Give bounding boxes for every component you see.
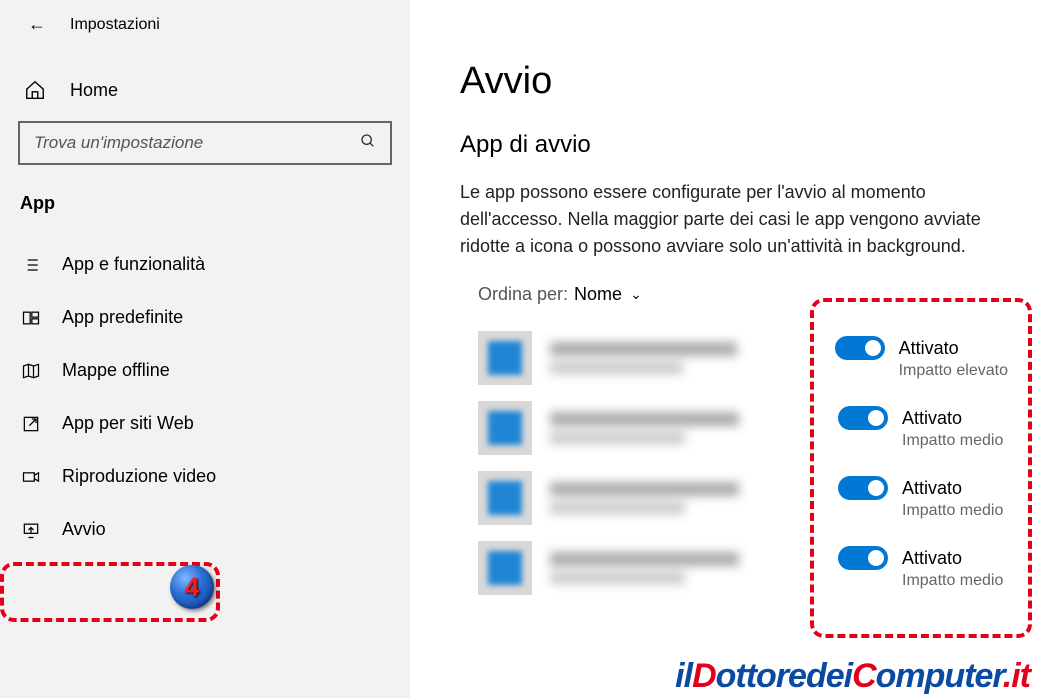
sidebar-item-label: App per siti Web xyxy=(62,413,194,434)
app-icon xyxy=(478,401,532,455)
search-placeholder: Trova un'impostazione xyxy=(34,133,360,153)
search-icon xyxy=(360,133,376,154)
section-description: Le app possono essere configurate per l'… xyxy=(460,179,1000,260)
sidebar-item-label: Mappe offline xyxy=(62,360,170,381)
startup-app-row: Attivato Impatto medio xyxy=(460,533,1008,603)
video-icon xyxy=(20,467,42,487)
sidebar-item-label: Avvio xyxy=(62,519,106,540)
toggle-label: Attivato xyxy=(899,338,959,359)
toggle-label: Attivato xyxy=(902,548,962,569)
sidebar: ← Impostazioni Home Trova un'impostazion… xyxy=(0,0,410,698)
app-name-blurred xyxy=(550,482,820,514)
app-icon xyxy=(478,471,532,525)
default-apps-icon xyxy=(20,308,42,328)
startup-icon xyxy=(20,520,42,540)
app-name-blurred xyxy=(550,342,817,374)
app-status: Attivato Impatto medio xyxy=(838,476,1008,520)
page-title: Avvio xyxy=(460,60,1008,103)
sort-label: Ordina per: xyxy=(478,284,568,305)
app-status: Attivato Impatto medio xyxy=(838,406,1008,450)
toggle-label: Attivato xyxy=(902,408,962,429)
toggle-switch[interactable] xyxy=(838,476,888,500)
home-label: Home xyxy=(70,80,118,101)
sidebar-item-label: App e funzionalità xyxy=(62,254,205,275)
search-input[interactable]: Trova un'impostazione xyxy=(18,121,392,165)
impact-label: Impatto elevato xyxy=(899,362,1008,380)
app-status: Attivato Impatto medio xyxy=(838,546,1008,590)
app-status: Attivato Impatto elevato xyxy=(835,336,1008,380)
sidebar-home[interactable]: Home xyxy=(0,69,410,115)
sidebar-item-video-playback[interactable]: Riproduzione video xyxy=(0,450,410,503)
sidebar-item-startup[interactable]: Avvio xyxy=(0,503,410,556)
chevron-down-icon: ⌄ xyxy=(630,286,642,303)
app-icon xyxy=(478,541,532,595)
annotation-step-badge: 4 xyxy=(170,565,214,609)
annotation-highlight-sidebar xyxy=(0,562,220,622)
map-icon xyxy=(20,361,42,381)
startup-app-row: Attivato Impatto medio xyxy=(460,393,1008,463)
list-icon xyxy=(20,255,42,275)
startup-app-row: Attivato Impatto medio xyxy=(460,463,1008,533)
toggle-label: Attivato xyxy=(902,478,962,499)
toggle-switch[interactable] xyxy=(838,546,888,570)
sort-value: Nome xyxy=(574,284,622,305)
sidebar-section-label: App xyxy=(0,183,410,238)
open-icon xyxy=(20,414,42,434)
sidebar-item-apps-websites[interactable]: App per siti Web xyxy=(0,397,410,450)
home-icon xyxy=(24,79,46,101)
impact-label: Impatto medio xyxy=(902,572,1008,590)
sidebar-nav: App e funzionalità App predefinite Mappe… xyxy=(0,238,410,556)
sidebar-item-apps-features[interactable]: App e funzionalità xyxy=(0,238,410,291)
sidebar-header: ← Impostazioni xyxy=(0,0,410,49)
back-arrow-icon[interactable]: ← xyxy=(28,14,46,35)
toggle-switch[interactable] xyxy=(835,336,885,360)
section-subtitle: App di avvio xyxy=(460,131,1008,159)
impact-label: Impatto medio xyxy=(902,502,1008,520)
sidebar-item-default-apps[interactable]: App predefinite xyxy=(0,291,410,344)
toggle-switch[interactable] xyxy=(838,406,888,430)
sort-dropdown[interactable]: Ordina per: Nome ⌄ xyxy=(460,284,1008,305)
app-name-blurred xyxy=(550,552,820,584)
impact-label: Impatto medio xyxy=(902,432,1008,450)
sidebar-item-label: Riproduzione video xyxy=(62,466,216,487)
sidebar-item-offline-maps[interactable]: Mappe offline xyxy=(0,344,410,397)
app-name-blurred xyxy=(550,412,820,444)
sidebar-item-label: App predefinite xyxy=(62,307,183,328)
startup-app-row: Attivato Impatto elevato xyxy=(460,323,1008,393)
app-icon xyxy=(478,331,532,385)
main-content: Avvio App di avvio Le app possono essere… xyxy=(410,0,1058,698)
settings-title: Impostazioni xyxy=(70,16,160,34)
